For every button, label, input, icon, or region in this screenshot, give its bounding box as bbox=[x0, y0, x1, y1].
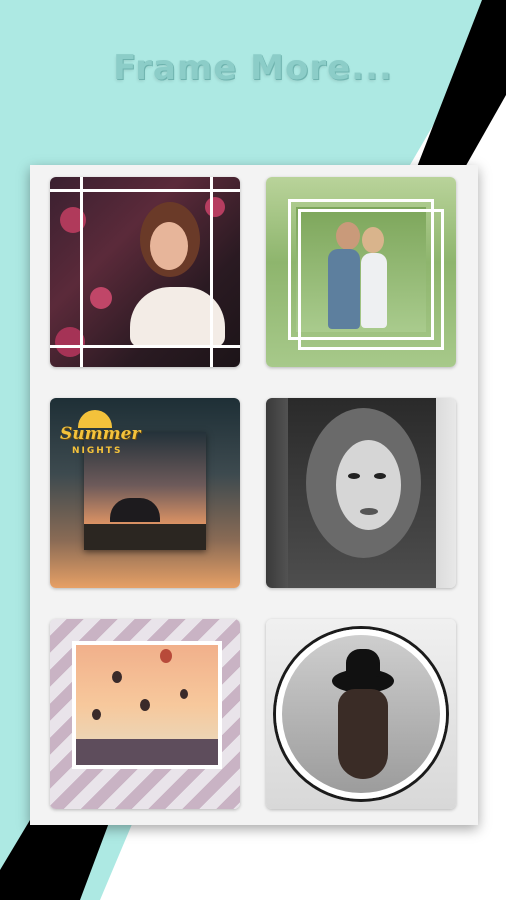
face bbox=[336, 440, 401, 530]
frame-square-offset bbox=[298, 209, 444, 350]
frame-thumbnail-woman-roses[interactable] bbox=[50, 177, 240, 367]
woman-hair bbox=[338, 689, 388, 779]
balloon bbox=[140, 699, 150, 711]
balloon bbox=[112, 671, 122, 683]
ground bbox=[84, 524, 206, 550]
overlay-text-summer: Summer bbox=[60, 424, 141, 444]
hat-crown bbox=[346, 649, 380, 677]
frame-thumbnail-woman-hat[interactable] bbox=[266, 619, 456, 809]
balloon bbox=[92, 709, 101, 720]
eye bbox=[374, 473, 386, 479]
frame-thumbnail-hot-air-balloons[interactable] bbox=[50, 619, 240, 809]
woman-face bbox=[150, 222, 188, 270]
headline: Frame More... bbox=[113, 48, 393, 88]
frame-line bbox=[80, 177, 83, 367]
eye bbox=[348, 473, 360, 479]
ground bbox=[76, 739, 218, 765]
frame-thumbnail-couple[interactable] bbox=[266, 177, 456, 367]
rose-decor bbox=[90, 287, 112, 309]
frame-thumbnail-hooded-woman[interactable] bbox=[266, 398, 456, 588]
couple-silhouette bbox=[110, 498, 160, 522]
frame-thumbnail-summer-nights[interactable]: Summer NIGHTS bbox=[50, 398, 240, 588]
overlay-text-nights: NIGHTS bbox=[72, 446, 123, 456]
frame-line bbox=[50, 345, 240, 348]
balloon bbox=[160, 649, 172, 663]
lips bbox=[360, 508, 378, 515]
rose-decor bbox=[205, 197, 225, 217]
frames-panel: Summer NIGHTS bbox=[30, 165, 478, 825]
frame-line bbox=[210, 177, 213, 367]
frame-line bbox=[50, 189, 240, 192]
balloon bbox=[180, 689, 188, 699]
